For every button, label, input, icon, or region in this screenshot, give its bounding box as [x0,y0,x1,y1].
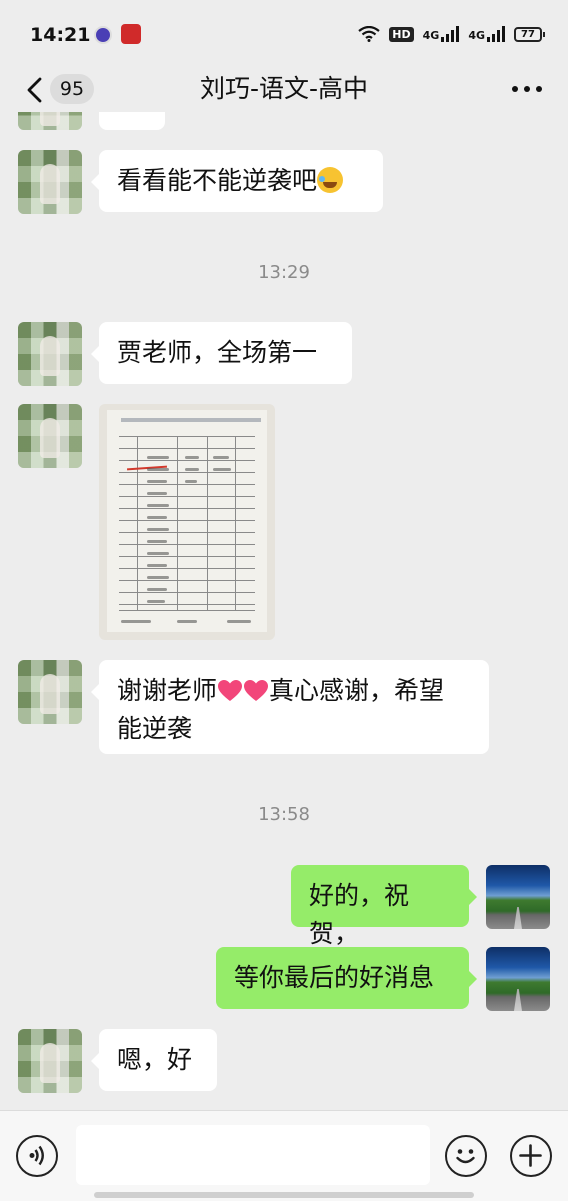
more-icon[interactable] [512,86,542,94]
message-text: 好的，祝贺， [309,881,410,948]
plus-icon[interactable] [510,1135,552,1177]
app-notification-icon-2 [121,24,141,44]
contact-avatar[interactable] [18,404,82,468]
emoji-icon[interactable] [445,1135,487,1177]
self-avatar[interactable] [486,947,550,1011]
hd-badge: HD [389,26,414,42]
home-indicator [94,1192,474,1198]
message-bubble[interactable]: 贾老师，全场第一 [91,322,352,384]
contact-avatar[interactable] [18,1029,82,1093]
signal-strength-icon-2: 4G [468,26,505,42]
chat-title: 刘巧-语文-高中 [199,74,369,103]
chat-area[interactable]: 看看能不能逆袭吧 13:29 贾老师，全场第一 谢谢老师 真心感谢，希望 能逆袭… [0,112,568,1097]
status-time: 14:21 [30,24,91,46]
message-text-line-1: 谢谢老师 真心感谢，希望 [117,676,445,705]
message-bubble[interactable]: 谢谢老师 真心感谢，希望 能逆袭 [91,660,489,754]
image-message[interactable] [99,404,275,640]
message-input[interactable] [76,1125,430,1185]
status-bar: 14:21 HD 4G 4G 77 [0,0,568,68]
chat-header: 95 刘巧-语文-高中 [0,68,568,112]
contact-avatar[interactable] [18,150,82,214]
signal-strength-icon: 4G [423,26,460,42]
network-type-label: 4G [422,29,440,42]
input-bar [0,1110,568,1201]
contact-avatar[interactable] [18,660,82,724]
self-avatar[interactable] [486,865,550,929]
contact-avatar[interactable] [18,322,82,386]
network-type-label-2: 4G [468,29,485,42]
message-text: 贾老师，全场第一 [117,338,318,367]
wifi-icon [358,26,380,42]
score-sheet-image [107,410,267,632]
message-bubble[interactable]: 看看能不能逆袭吧 [91,150,383,212]
battery-icon: 77 [514,26,545,42]
message-text-line-2: 能逆袭 [117,714,193,743]
timestamp: 13:29 [258,262,310,283]
app-notification-icon [94,26,112,44]
timestamp: 13:58 [258,804,310,825]
heart-emoji-icon [218,680,243,701]
message-bubble-self[interactable]: 等你最后的好消息 [216,947,477,1009]
contact-avatar[interactable] [18,112,82,130]
message-text: 等你最后的好消息 [234,963,435,992]
message-text: 嗯，好 [117,1045,193,1074]
heart-emoji-icon [244,680,269,701]
message-bubble[interactable]: 嗯，好 [91,1029,217,1091]
message-bubble[interactable] [99,112,165,130]
message-bubble-self[interactable]: 好的，祝贺， [291,865,477,948]
status-indicators: HD 4G 4G 77 [358,22,545,46]
voice-icon[interactable] [16,1135,58,1177]
cry-laugh-emoji-icon [317,167,344,193]
message-text: 看看能不能逆袭吧 [117,166,318,195]
